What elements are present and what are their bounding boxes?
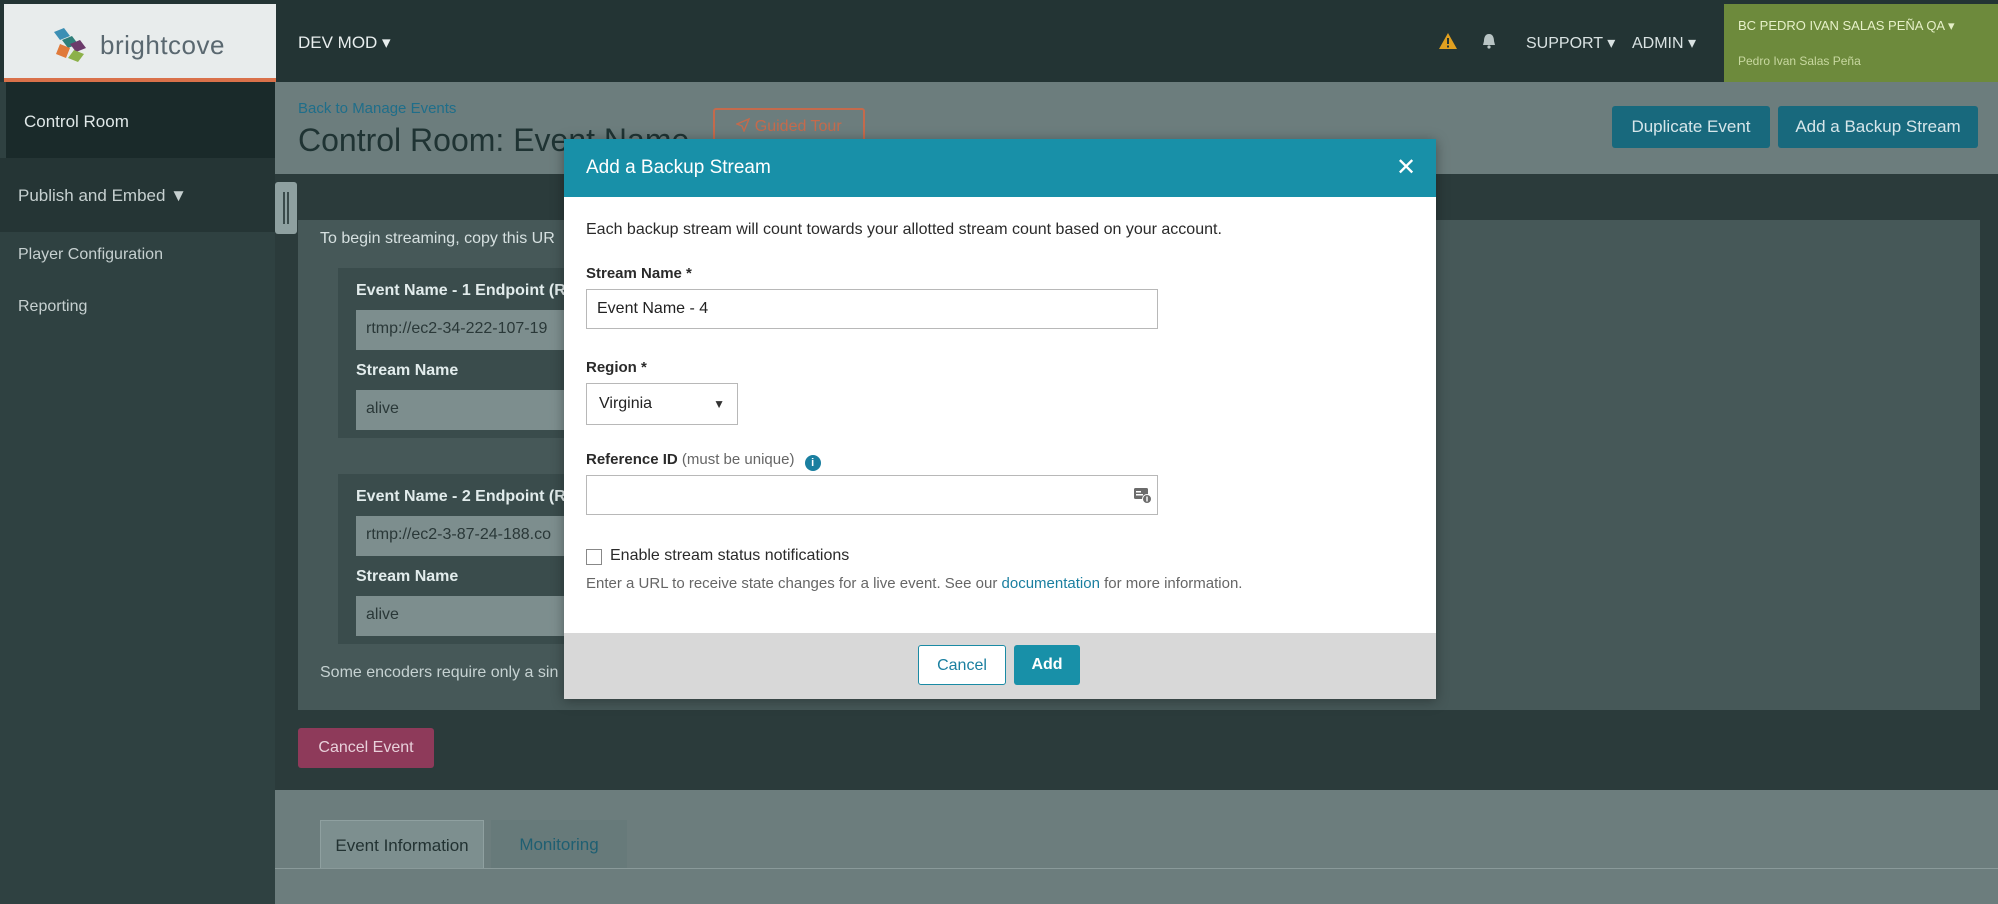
brand-name: brightcove	[100, 30, 225, 60]
reference-id-input[interactable]	[586, 475, 1158, 515]
add-backup-stream-button[interactable]: Add a Backup Stream	[1778, 106, 1978, 148]
add-button[interactable]: Add	[1014, 645, 1080, 685]
sidebar-item-player-configuration[interactable]: Player Configuration	[18, 246, 163, 264]
support-menu[interactable]: SUPPORT ▾	[1526, 33, 1615, 53]
bell-icon[interactable]	[1482, 33, 1496, 49]
tabs-divider	[275, 868, 1998, 869]
tabs-bar: Event Information Monitoring	[275, 790, 1998, 904]
card-intro: To begin streaming, copy this UR	[320, 230, 555, 247]
region-field-label: Region *	[586, 359, 647, 376]
endpoint-panel: Event Name - 2 Endpoint (R rtmp://ec2-3-…	[338, 474, 568, 644]
modal-footer: Cancel Add	[564, 633, 1436, 699]
region-select[interactable]: Virginia ▼	[586, 383, 738, 425]
endpoint-panel: Event Name - 1 Endpoint (R rtmp://ec2-34…	[338, 268, 568, 438]
endpoint-url[interactable]: rtmp://ec2-3-87-24-188.co	[356, 516, 568, 556]
stream-name-value[interactable]: alive	[356, 390, 568, 430]
reference-id-field-label: Reference ID (must be unique) i	[586, 451, 821, 471]
sidebar: Control Room Publish and Embed ▼ Player …	[0, 82, 275, 904]
drag-handle[interactable]	[275, 182, 297, 234]
reference-id-wrapper	[586, 475, 1158, 515]
chevron-down-icon: ▼	[713, 397, 725, 411]
tab-monitoring[interactable]: Monitoring	[491, 820, 627, 868]
endpoint-url[interactable]: rtmp://ec2-34-222-107-19	[356, 310, 568, 350]
cancel-event-button[interactable]: Cancel Event	[298, 728, 434, 768]
notifications-hint-text: Enter a URL to receive state changes for…	[586, 575, 1002, 592]
modal-header: Add a Backup Stream ✕	[564, 139, 1436, 197]
close-icon[interactable]: ✕	[1396, 153, 1416, 182]
modal-title: Add a Backup Stream	[586, 157, 771, 178]
account-user: Pedro Ivan Salas Peña	[1738, 54, 1861, 68]
stream-name-label: Stream Name	[356, 568, 459, 585]
sidebar-item-publish-embed[interactable]: Publish and Embed ▼	[18, 186, 187, 206]
region-value: Virginia	[599, 395, 653, 412]
reference-id-hint: (must be unique)	[681, 451, 795, 468]
send-icon	[735, 117, 751, 133]
warning-icon[interactable]	[1438, 32, 1458, 50]
env-menu[interactable]: DEV MOD ▾	[298, 33, 391, 53]
guided-tour-label: Guided Tour	[754, 118, 842, 135]
brand-logo[interactable]: brightcove	[4, 4, 276, 82]
endpoint-label: Event Name - 2 Endpoint (R	[356, 488, 566, 505]
documentation-link[interactable]: documentation	[1002, 575, 1100, 592]
stream-name-input[interactable]	[586, 289, 1158, 329]
sidebar-item-control-room[interactable]: Control Room	[6, 82, 275, 158]
stream-name-value[interactable]: alive	[356, 596, 568, 636]
notifications-hint-text-end: for more information.	[1099, 575, 1243, 592]
account-name: BC PEDRO IVAN SALAS PEÑA QA ▾	[1738, 18, 1955, 33]
cancel-button[interactable]: Cancel	[918, 645, 1006, 685]
brightcove-logo-icon	[54, 28, 86, 62]
back-link[interactable]: Back to Manage Events	[298, 100, 456, 117]
tab-event-information[interactable]: Event Information	[320, 820, 484, 868]
add-backup-stream-modal: Add a Backup Stream ✕ Each backup stream…	[564, 139, 1436, 699]
id-card-icon[interactable]	[1132, 485, 1152, 505]
endpoint-label: Event Name - 1 Endpoint (R	[356, 282, 566, 299]
account-switcher[interactable]: BC PEDRO IVAN SALAS PEÑA QA ▾ Pedro Ivan…	[1724, 4, 1998, 82]
sidebar-item-reporting[interactable]: Reporting	[18, 298, 87, 316]
duplicate-event-button[interactable]: Duplicate Event	[1612, 106, 1770, 148]
reference-id-label: Reference ID	[586, 451, 678, 468]
stream-name-field-label: Stream Name *	[586, 265, 692, 282]
notifications-hint: Enter a URL to receive state changes for…	[586, 575, 1242, 592]
modal-intro: Each backup stream will count towards yo…	[586, 221, 1222, 238]
notifications-label[interactable]: Enable stream status notifications	[610, 547, 849, 565]
info-icon[interactable]: i	[804, 455, 821, 471]
card-footer-note: Some encoders require only a sin	[320, 664, 559, 681]
top-bar: brightcove DEV MOD ▾ SUPPORT ▾ ADMIN ▾ B…	[0, 0, 1998, 82]
stream-name-label: Stream Name	[356, 362, 459, 379]
notifications-checkbox[interactable]	[586, 549, 602, 565]
admin-menu[interactable]: ADMIN ▾	[1632, 33, 1696, 53]
modal-body: Each backup stream will count towards yo…	[564, 197, 1436, 633]
